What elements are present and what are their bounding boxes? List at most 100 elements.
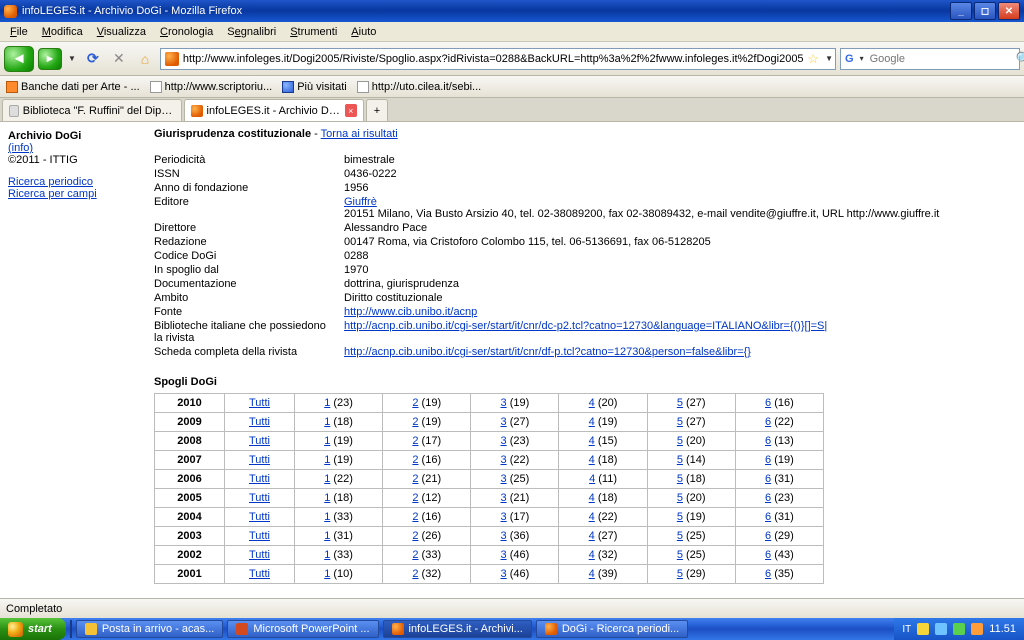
issue-link[interactable]: 1 [324,416,330,428]
search-input[interactable] [870,53,1012,65]
menu-file[interactable]: File [4,24,34,40]
issue-link[interactable]: 1 [324,568,330,580]
issue-link[interactable]: 6 [765,568,771,580]
issue-link[interactable]: 6 [765,473,771,485]
site-identity-icon[interactable] [165,52,179,66]
issue-link[interactable]: 5 [677,568,683,580]
issue-link[interactable]: 5 [677,473,683,485]
info-link[interactable]: (info) [8,142,138,154]
task-button[interactable]: DoGi - Ricerca periodi... [536,620,688,638]
tutti-link[interactable]: Tutti [249,549,270,561]
meta-link[interactable]: http://acnp.cib.unibo.it/cgi-ser/start/i… [344,320,827,332]
tutti-link[interactable]: Tutti [249,397,270,409]
tray-icon[interactable] [935,623,947,635]
sidebar-link[interactable]: Ricerca per campi [8,188,138,200]
bookmark-star-icon[interactable]: ☆ [803,51,823,67]
issue-link[interactable]: 3 [501,530,507,542]
meta-link[interactable]: http://acnp.cib.unibo.it/cgi-ser/start/i… [344,346,751,358]
issue-link[interactable]: 3 [501,511,507,523]
issue-link[interactable]: 5 [677,492,683,504]
issue-link[interactable]: 5 [677,511,683,523]
issue-link[interactable]: 3 [501,549,507,561]
task-button[interactable]: Microsoft PowerPoint ... [227,620,378,638]
issue-link[interactable]: 2 [412,454,418,466]
start-button[interactable]: start [0,618,66,640]
back-button[interactable]: ◄ [4,46,34,72]
issue-link[interactable]: 4 [589,473,595,485]
tutti-link[interactable]: Tutti [249,511,270,523]
tab-close-icon[interactable]: × [345,104,358,117]
tutti-link[interactable]: Tutti [249,416,270,428]
menu-edit[interactable]: Modifica [36,24,89,40]
tray-icon[interactable] [917,623,929,635]
tutti-link[interactable]: Tutti [249,454,270,466]
bookmark-item[interactable]: Più visitati [282,81,347,93]
issue-link[interactable]: 5 [677,435,683,447]
issue-link[interactable]: 2 [412,492,418,504]
issue-link[interactable]: 3 [501,473,507,485]
task-button[interactable]: Posta in arrivo - acas... [76,620,224,638]
issue-link[interactable]: 3 [501,416,507,428]
issue-link[interactable]: 5 [677,549,683,561]
issue-link[interactable]: 3 [501,454,507,466]
issue-link[interactable]: 3 [501,435,507,447]
url-input[interactable] [183,50,804,68]
tab[interactable]: infoLEGES.it - Archivio DoGi× [184,99,364,121]
issue-link[interactable]: 3 [501,492,507,504]
issue-link[interactable]: 4 [589,397,595,409]
tutti-link[interactable]: Tutti [249,568,270,580]
issue-link[interactable]: 5 [677,530,683,542]
issue-link[interactable]: 4 [589,511,595,523]
bookmark-item[interactable]: http://uto.cilea.it/sebi... [357,81,481,93]
issue-link[interactable]: 1 [324,492,330,504]
issue-link[interactable]: 1 [324,549,330,561]
issue-link[interactable]: 3 [501,397,507,409]
issue-link[interactable]: 6 [765,454,771,466]
issue-link[interactable]: 4 [589,530,595,542]
issue-link[interactable]: 2 [412,435,418,447]
issue-link[interactable]: 1 [324,511,330,523]
issue-link[interactable]: 4 [589,435,595,447]
issue-link[interactable]: 6 [765,416,771,428]
search-icon[interactable]: 🔍 [1016,51,1024,67]
issue-link[interactable]: 3 [501,568,507,580]
issue-link[interactable]: 2 [412,511,418,523]
issue-link[interactable]: 6 [765,435,771,447]
back-to-results-link[interactable]: Torna ai risultati [321,128,398,140]
clock[interactable]: 11.51 [989,623,1016,635]
tray-icon[interactable] [971,623,983,635]
home-button[interactable]: ⌂ [134,48,156,70]
issue-link[interactable]: 2 [412,549,418,561]
issue-link[interactable]: 6 [765,549,771,561]
url-bar[interactable]: ☆ ▼ [160,48,836,70]
menu-bookmarks[interactable]: Segnalibri [221,24,282,40]
tutti-link[interactable]: Tutti [249,435,270,447]
tray-icon[interactable] [953,623,965,635]
system-tray[interactable]: IT 11.51 [894,618,1024,640]
menu-view[interactable]: Visualizza [91,24,152,40]
issue-link[interactable]: 2 [412,568,418,580]
issue-link[interactable]: 5 [677,416,683,428]
issue-link[interactable]: 6 [765,530,771,542]
issue-link[interactable]: 1 [324,435,330,447]
tab[interactable]: Biblioteca "F. Ruffini" del Dipartimento… [2,99,182,121]
minimize-button[interactable]: _ [950,2,972,20]
issue-link[interactable]: 1 [324,473,330,485]
task-button[interactable]: infoLEGES.it - Archivi... [383,620,532,638]
bookmark-item[interactable]: Banche dati per Arte - ... [6,81,140,93]
maximize-button[interactable]: ◻ [974,2,996,20]
issue-link[interactable]: 2 [412,416,418,428]
new-tab-button[interactable]: + [366,99,388,121]
issue-link[interactable]: 5 [677,397,683,409]
issue-link[interactable]: 6 [765,397,771,409]
sidebar-link[interactable]: Ricerca periodico [8,176,138,188]
issue-link[interactable]: 6 [765,492,771,504]
issue-link[interactable]: 1 [324,397,330,409]
issue-link[interactable]: 4 [589,454,595,466]
forward-button[interactable]: ► [38,48,62,70]
tutti-link[interactable]: Tutti [249,530,270,542]
issue-link[interactable]: 4 [589,492,595,504]
menu-history[interactable]: Cronologia [154,24,219,40]
issue-link[interactable]: 1 [324,530,330,542]
bookmark-item[interactable]: http://www.scriptoriu... [150,81,273,93]
